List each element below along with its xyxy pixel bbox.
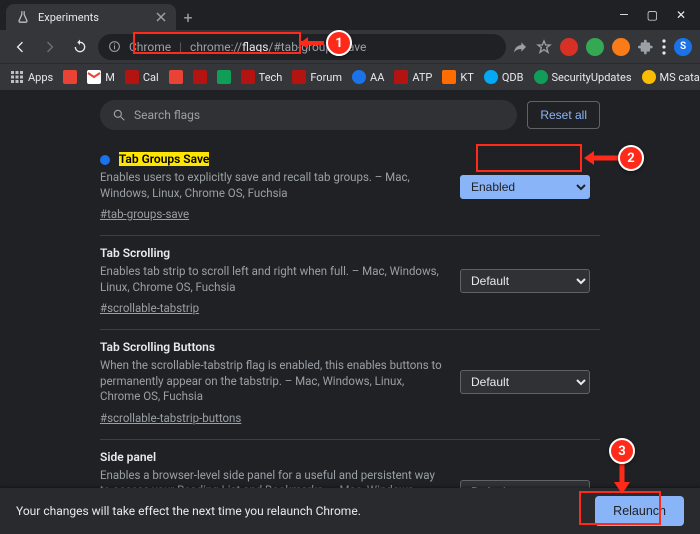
relaunch-message: Your changes will take effect the next t… bbox=[16, 504, 361, 518]
annotation-badge-2: 2 bbox=[618, 145, 644, 171]
address-bar[interactable]: Chrome | chrome://flags/#tab-groups-save bbox=[98, 34, 506, 60]
forward-button[interactable] bbox=[38, 35, 62, 59]
reset-all-button[interactable]: Reset all bbox=[527, 101, 600, 129]
flag-description: Enables tab strip to scroll left and rig… bbox=[100, 264, 442, 295]
bookmark-icon bbox=[193, 70, 207, 84]
bookmark-icon bbox=[352, 70, 366, 84]
chrome-label: Chrome bbox=[129, 40, 171, 54]
search-placeholder: Search flags bbox=[134, 108, 200, 122]
flag-description: When the scrollable-tabstrip flag is ena… bbox=[100, 358, 442, 405]
bookmark-item[interactable]: M bbox=[87, 70, 115, 84]
gmail-icon bbox=[87, 70, 101, 84]
bookmark-icon bbox=[169, 70, 183, 84]
bookmark-icon bbox=[63, 70, 77, 84]
extensions-button[interactable] bbox=[638, 39, 654, 55]
page-content: Search flags Reset all Tab Groups Save E… bbox=[0, 90, 700, 534]
share-icon[interactable] bbox=[512, 39, 528, 55]
extension-icon[interactable] bbox=[586, 38, 604, 56]
bookmark-icon bbox=[534, 70, 548, 84]
flag-anchor-link[interactable]: #scrollable-tabstrip bbox=[100, 301, 199, 315]
flag-title: Tab Groups Save bbox=[119, 152, 210, 166]
extension-icon[interactable] bbox=[612, 38, 630, 56]
relaunch-bar: Your changes will take effect the next t… bbox=[0, 488, 700, 534]
bookmark-item[interactable] bbox=[217, 70, 231, 84]
flask-icon bbox=[16, 10, 30, 24]
bookmark-item[interactable]: AA bbox=[352, 70, 384, 84]
relaunch-button[interactable]: Relaunch bbox=[595, 496, 684, 526]
annotation-badge-3: 3 bbox=[609, 438, 635, 464]
bookmark-icon bbox=[292, 70, 306, 84]
changed-indicator-icon bbox=[100, 155, 110, 165]
flag-row: Tab Scrolling Buttons When the scrollabl… bbox=[100, 329, 600, 439]
bookmark-item[interactable] bbox=[169, 70, 183, 84]
bookmark-item[interactable]: SecurityUpdates bbox=[534, 70, 632, 84]
bookmark-item[interactable]: ATP bbox=[394, 70, 432, 84]
flags-list: Tab Groups Save Enables users to explici… bbox=[0, 140, 700, 534]
site-info-icon bbox=[108, 40, 121, 53]
overflow-menu-icon[interactable] bbox=[662, 39, 666, 55]
back-button[interactable] bbox=[8, 35, 32, 59]
tab-title: Experiments bbox=[38, 11, 99, 24]
bookmark-item[interactable]: KT bbox=[442, 70, 473, 84]
flag-select[interactable]: Default bbox=[460, 370, 590, 394]
flag-anchor-link[interactable]: #scrollable-tabstrip-buttons bbox=[100, 411, 241, 425]
bookmark-icon bbox=[125, 70, 139, 84]
extension-icon[interactable] bbox=[560, 38, 578, 56]
flag-anchor-link[interactable]: #tab-groups-save bbox=[100, 207, 189, 221]
titlebar: Experiments + — ▢ ✕ bbox=[0, 0, 700, 30]
bookmark-item[interactable]: MS catalog bbox=[642, 70, 700, 84]
minimize-button[interactable]: — bbox=[619, 8, 628, 22]
flag-description: Enables users to explicitly save and rec… bbox=[100, 170, 442, 201]
flag-select[interactable]: Default bbox=[460, 269, 590, 293]
flags-header: Search flags Reset all bbox=[0, 90, 700, 140]
bookmark-item[interactable]: Cal bbox=[125, 70, 159, 84]
bookmark-icon bbox=[642, 70, 656, 84]
profile-avatar[interactable]: S bbox=[674, 38, 692, 56]
star-icon[interactable] bbox=[536, 39, 552, 55]
flag-row: Tab Scrolling Enables tab strip to scrol… bbox=[100, 235, 600, 329]
close-window-button[interactable]: ✕ bbox=[676, 8, 686, 22]
flag-title: Tab Scrolling bbox=[100, 246, 170, 260]
annotation-badge-1: 1 bbox=[326, 30, 352, 56]
bookmark-item[interactable] bbox=[193, 70, 207, 84]
flag-row: Tab Groups Save Enables users to explici… bbox=[100, 148, 600, 235]
flag-title: Side panel bbox=[100, 450, 156, 464]
bookmark-item[interactable] bbox=[63, 70, 77, 84]
bookmark-icon bbox=[217, 70, 231, 84]
bookmark-icon bbox=[442, 70, 456, 84]
bookmark-item[interactable]: QDB bbox=[484, 70, 524, 84]
bookmark-icon bbox=[394, 70, 408, 84]
bookmark-item[interactable]: Tech bbox=[241, 70, 283, 84]
maximize-button[interactable]: ▢ bbox=[647, 8, 658, 22]
window-controls: — ▢ ✕ bbox=[619, 0, 700, 30]
browser-window: Experiments + — ▢ ✕ Chrome | chrome://fl… bbox=[0, 0, 700, 534]
flag-select[interactable]: Enabled bbox=[460, 175, 590, 199]
bookmark-icon bbox=[484, 70, 498, 84]
apps-shortcut[interactable]: Apps bbox=[10, 70, 53, 84]
toolbar-right-icons: S bbox=[512, 38, 692, 56]
reload-button[interactable] bbox=[68, 35, 92, 59]
apps-icon bbox=[10, 70, 24, 84]
bookmarks-bar: Apps M Cal Tech Forum AA ATP KT QDB Secu… bbox=[0, 64, 700, 90]
new-tab-button[interactable]: + bbox=[176, 4, 200, 30]
bookmark-item[interactable]: Forum bbox=[292, 70, 342, 84]
browser-tab[interactable]: Experiments bbox=[6, 4, 176, 30]
flag-title: Tab Scrolling Buttons bbox=[100, 340, 215, 354]
search-icon bbox=[112, 108, 126, 122]
bookmark-icon bbox=[241, 70, 255, 84]
close-tab-icon[interactable] bbox=[156, 12, 166, 22]
search-input[interactable]: Search flags bbox=[100, 100, 517, 130]
